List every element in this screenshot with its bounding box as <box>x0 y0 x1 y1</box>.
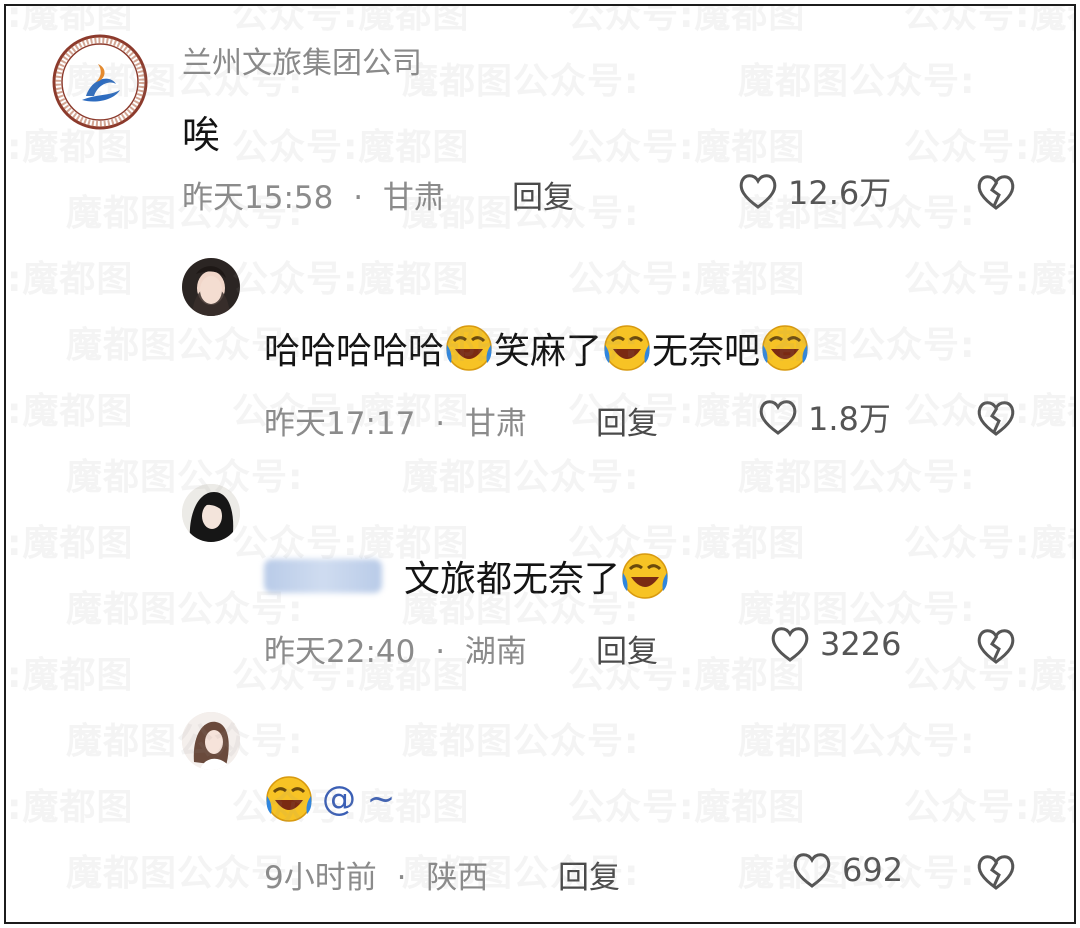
avatar[interactable] <box>182 258 240 316</box>
comment-text: 哈哈哈哈哈 笑麻了 无奈吧 <box>264 322 810 374</box>
user-avatar-icon <box>182 712 240 770</box>
dislike-button[interactable] <box>974 396 1018 444</box>
avatar[interactable] <box>52 34 148 130</box>
comment-item: 哈哈哈哈哈 笑麻了 无奈吧 昨天17:17 · 甘肃 回复 1.8万 <box>6 246 1074 466</box>
comment-time: 昨天22:40 <box>264 634 416 670</box>
dislike-button[interactable] <box>974 624 1018 672</box>
broken-heart-icon <box>977 629 1015 664</box>
avatar[interactable] <box>182 712 240 770</box>
heart-outline-icon <box>759 400 797 435</box>
like-button[interactable]: 12.6万 <box>736 168 891 214</box>
user-avatar-icon <box>182 484 240 542</box>
comment-meta: 昨天17:17 · 甘肃 <box>264 398 527 443</box>
like-button[interactable]: 3226 <box>768 622 901 666</box>
comment-time: 昨天17:17 <box>264 406 416 442</box>
comment-text: @ ~ <box>264 774 403 824</box>
user-avatar-icon <box>182 258 240 316</box>
avatar[interactable] <box>182 484 240 542</box>
watermark-text: 魔都图公众号: <box>1074 580 1076 632</box>
watermark-text: 魔都图公众号: <box>1074 184 1076 236</box>
broken-heart-icon <box>977 175 1015 210</box>
like-count: 692 <box>842 851 904 889</box>
broken-heart-icon <box>977 401 1015 436</box>
laughing-crying-emoji <box>762 325 808 371</box>
laughing-crying-emoji <box>622 553 668 599</box>
comment-meta: 9小时前 · 陕西 <box>264 852 488 897</box>
comment-panel: 兰州文旅集团公司 唉 昨天15:58 · 甘肃 回复 12.6万 哈哈哈哈哈 笑… <box>4 4 1076 924</box>
watermark-text: 魔都图公众号: <box>1074 52 1076 104</box>
comment-text-part: 笑麻了 <box>494 331 603 372</box>
like-count: 1.8万 <box>808 400 891 438</box>
comment-meta: 昨天22:40 · 湖南 <box>264 626 527 671</box>
heart-outline-icon <box>739 174 777 209</box>
separator-dot: · <box>435 634 446 670</box>
separator-dot: · <box>353 180 364 216</box>
mention-blurred[interactable] <box>264 559 382 593</box>
comment-text: 唉 <box>182 113 221 157</box>
reply-button[interactable]: 回复 <box>558 852 620 897</box>
comment-time: 9小时前 <box>264 860 377 896</box>
watermark-text: 魔都图公众号: <box>1074 844 1076 896</box>
separator-dot: · <box>435 406 446 442</box>
broken-heart-icon <box>977 855 1015 890</box>
laughing-crying-emoji <box>604 325 650 371</box>
like-button[interactable]: 692 <box>790 848 903 892</box>
laughing-crying-emoji <box>266 776 312 822</box>
author-name-blurred[interactable] <box>264 722 644 756</box>
comment-location: 甘肃 <box>464 406 527 442</box>
laughing-crying-emoji <box>446 325 492 371</box>
watermark-text: 魔都图公众号: <box>1074 448 1076 500</box>
comment-text: 文旅都无奈了 <box>264 550 670 602</box>
dislike-button[interactable] <box>974 850 1018 898</box>
comment-location: 湖南 <box>464 634 527 670</box>
separator-dot: · <box>396 860 407 896</box>
dislike-button[interactable] <box>974 170 1018 218</box>
reply-button[interactable]: 回复 <box>596 398 658 443</box>
author-name-blurred[interactable] <box>264 268 414 302</box>
like-count: 12.6万 <box>788 174 892 212</box>
comment-text-main: 文旅都无奈了 <box>404 559 621 600</box>
comment-text-part: 哈哈哈哈哈 <box>264 331 445 372</box>
like-button[interactable]: 1.8万 <box>756 394 891 440</box>
comment-text-part: 无奈吧 <box>652 331 761 372</box>
mention-link[interactable]: @ ~ <box>322 779 395 819</box>
like-count: 3226 <box>820 625 902 663</box>
comment-location: 甘肃 <box>382 180 445 216</box>
watermark-text: 魔都图公众号: <box>1074 316 1076 368</box>
watermark-text: 魔都图公众号: <box>1074 712 1076 764</box>
comment-meta: 昨天15:58 · 甘肃 <box>182 172 445 217</box>
reply-button[interactable]: 回复 <box>512 172 574 217</box>
heart-outline-icon <box>793 853 831 888</box>
reply-button[interactable]: 回复 <box>596 626 658 671</box>
comment-time: 昨天15:58 <box>182 180 334 216</box>
heart-outline-icon <box>771 627 809 662</box>
comment-item: @ ~ 9小时前 · 陕西 回复 692 <box>6 702 1074 922</box>
comment-item: 文旅都无奈了 昨天22:40 · 湖南 回复 3226 <box>6 474 1074 696</box>
comment-location: 陕西 <box>426 860 489 896</box>
author-name-blurred[interactable] <box>264 494 504 528</box>
comment-item: 兰州文旅集团公司 唉 昨天15:58 · 甘肃 回复 12.6万 <box>6 6 1074 236</box>
lanzhou-tourism-logo <box>52 34 148 130</box>
author-name[interactable]: 兰州文旅集团公司 <box>182 38 422 82</box>
